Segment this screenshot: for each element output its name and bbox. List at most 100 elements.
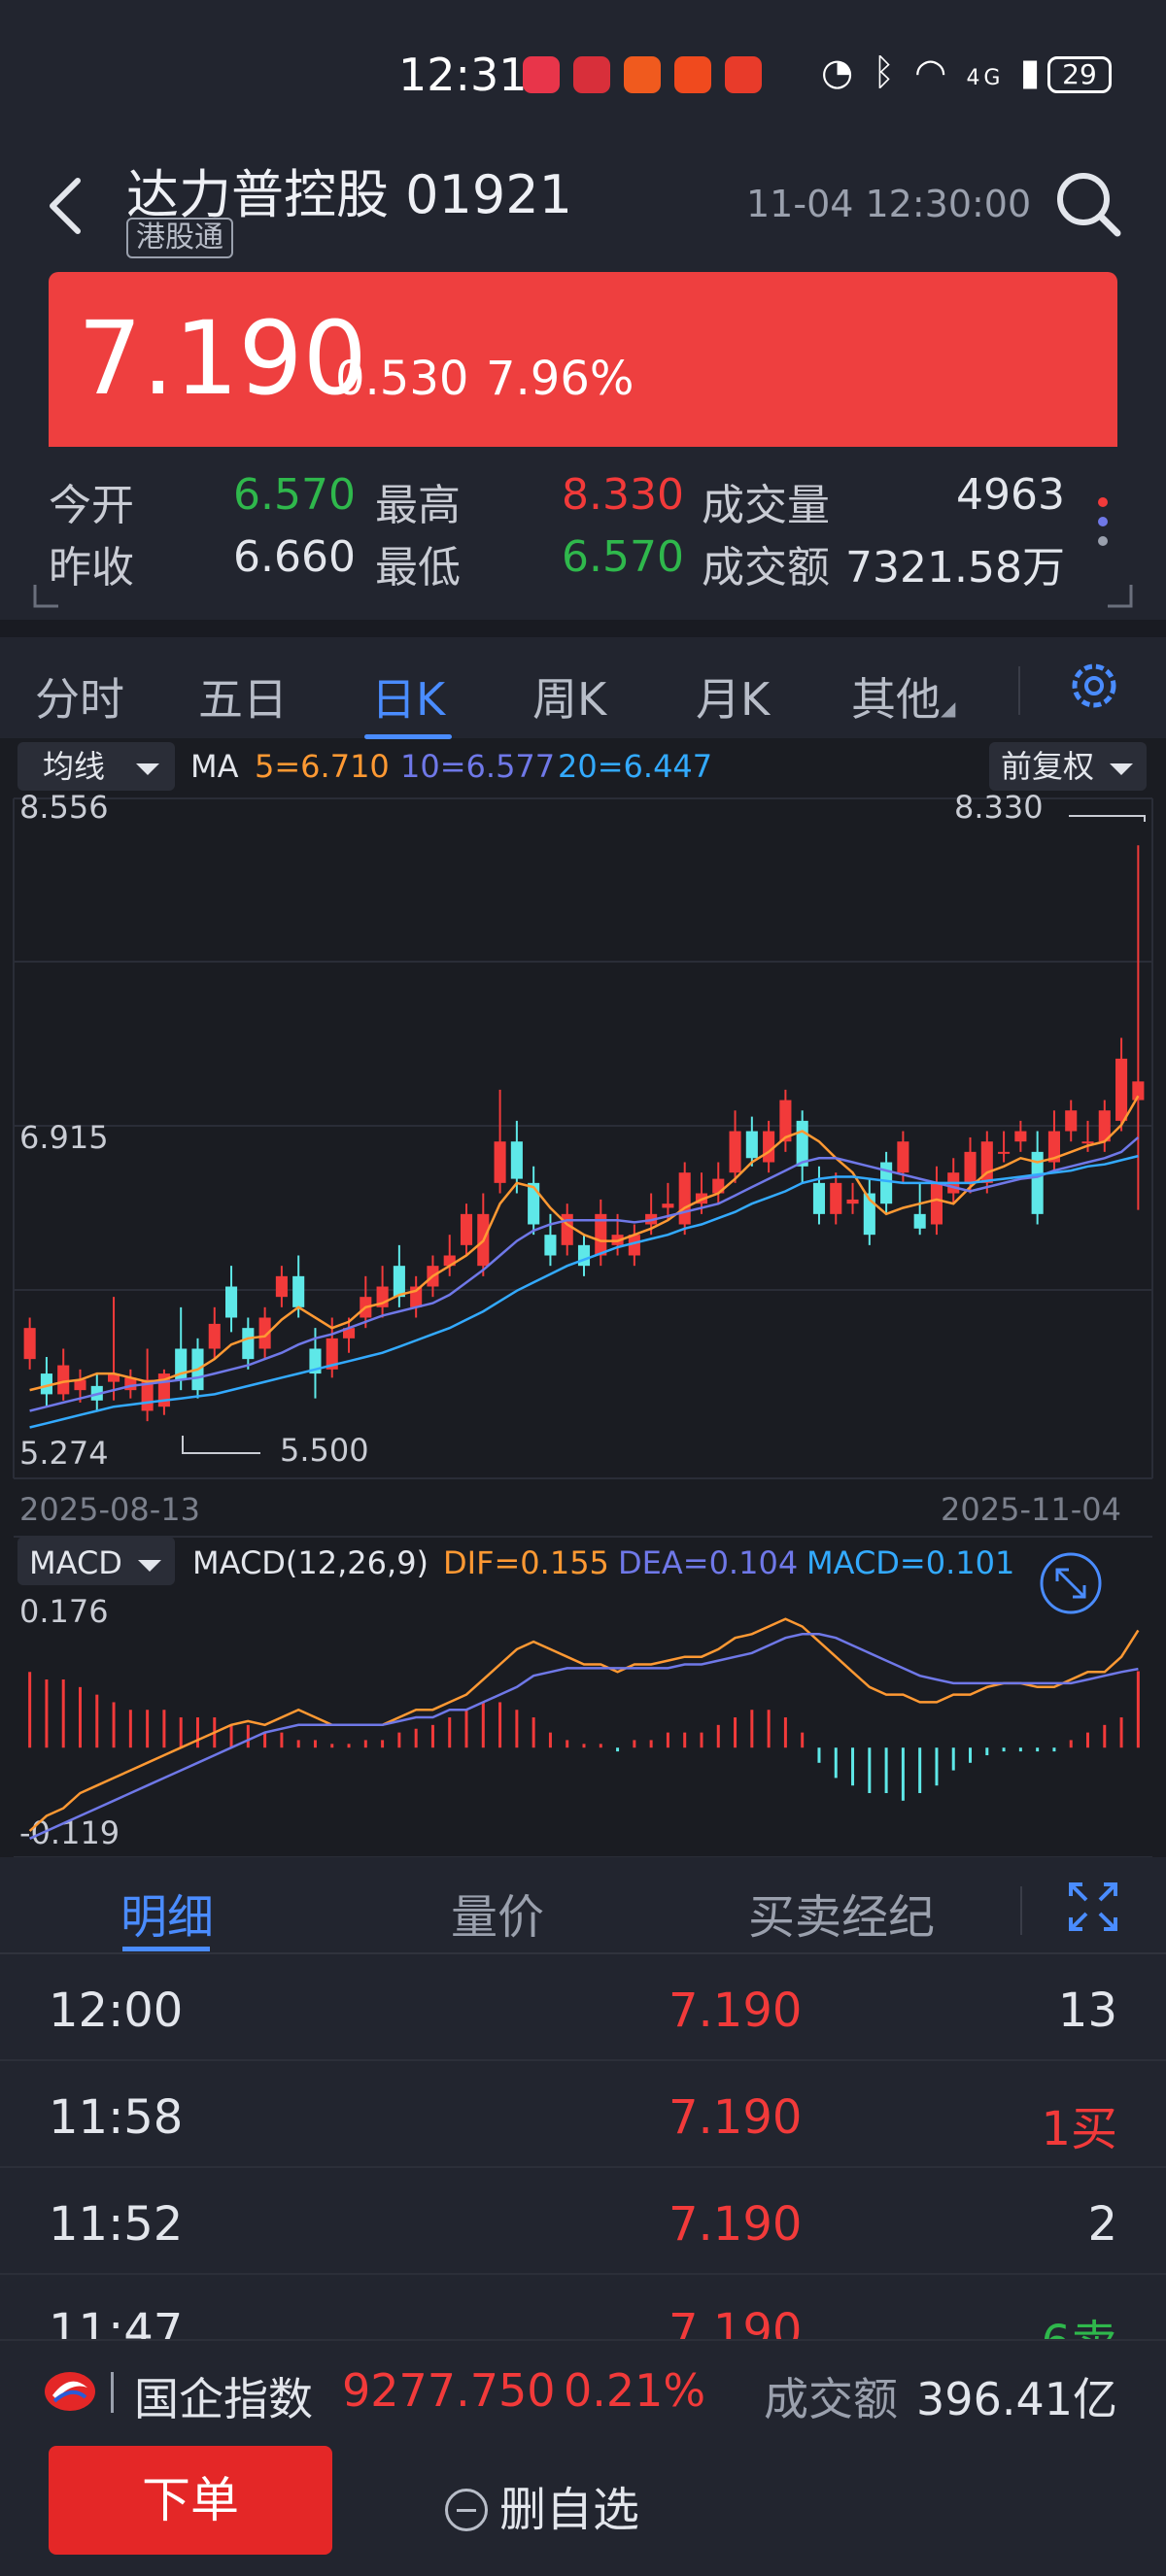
candlestick-chart[interactable]: 均线 MA 5=6.710 10=6.577 20=6.447 前复权 8.55…: [0, 740, 1166, 1858]
trade-details-list: 12:00 7.190 13 11:58 7.190 1买 11:52 7.19…: [0, 1954, 1166, 2339]
macd-bars-group: [28, 1671, 1140, 1801]
price-change-pct: 7.96%: [486, 352, 634, 406]
tab-weekly-k[interactable]: 周K: [532, 664, 606, 729]
candles-group: [23, 845, 1145, 1422]
more-dots-icon[interactable]: [1088, 491, 1117, 559]
connect-badge: 港股通: [126, 218, 233, 258]
index-turnover-label: 成交额: [764, 2373, 898, 2425]
minus-circle-icon: [445, 2489, 488, 2531]
notification-icons: [523, 56, 762, 93]
back-arrow-icon[interactable]: [39, 167, 97, 245]
y-axis-top: 8.556: [19, 789, 109, 826]
huawei-app-icon: [523, 56, 560, 93]
candle-body: [510, 1141, 523, 1179]
ma-dropdown-label[interactable]: 均线: [43, 748, 105, 785]
candle-body: [678, 1172, 691, 1225]
tab-separator-2: [1020, 1886, 1022, 1935]
tab-other[interactable]: 其他◢: [851, 664, 955, 729]
chart-area: 均线 MA 5=6.710 10=6.577 20=6.447 前复权 8.55…: [0, 740, 1166, 1858]
candle-body: [23, 1328, 36, 1360]
macd-value: MACD=0.101: [806, 1544, 1014, 1581]
trade-time: 11:52: [49, 2197, 184, 2252]
candle-body: [662, 1203, 674, 1208]
dif-value: DIF=0.155: [443, 1544, 609, 1581]
index-value: 9277.750: [342, 2364, 556, 2417]
macd-dropdown-label[interactable]: MACD: [29, 1544, 122, 1581]
max-price-leader: [1069, 815, 1146, 822]
ma20-value: 20=6.447: [558, 748, 712, 785]
trade-price: 7.190: [669, 1983, 803, 2038]
remove-favorite-label: 删自选: [499, 2483, 640, 2537]
tab-monthly-k[interactable]: 月K: [696, 664, 770, 729]
candle-body: [913, 1213, 926, 1229]
stat-value-low: 6.570: [562, 532, 684, 582]
candle-body: [964, 1151, 977, 1183]
candle-body: [846, 1199, 859, 1204]
network-label: 4G: [966, 66, 1005, 90]
trade-volume: 6卖: [1041, 2304, 1117, 2339]
candle-body: [930, 1182, 943, 1225]
trade-time: 11:58: [49, 2090, 184, 2145]
quote-stats: 今开 6.570 最高 8.330 成交量 4963 昨收 6.660 最低 6…: [0, 457, 1166, 612]
index-separator: [111, 2372, 114, 2413]
expand-chart-icon[interactable]: [1040, 1552, 1102, 1614]
candle-body: [528, 1182, 540, 1225]
trade-price: 7.190: [669, 2090, 803, 2145]
stat-label-turnover: 成交额: [702, 543, 830, 593]
candle-body: [393, 1266, 405, 1298]
trade-volume: 2: [1087, 2197, 1117, 2252]
search-icon[interactable]: [1049, 165, 1127, 243]
candle-body: [460, 1213, 473, 1245]
trade-row: 11:52 7.190 2: [0, 2168, 1166, 2275]
stat-value-volume: 4963: [956, 470, 1065, 520]
gear-icon[interactable]: [1065, 657, 1123, 715]
trade-row: 12:00 7.190 13: [0, 1954, 1166, 2061]
candle-body: [1115, 1058, 1128, 1121]
price-change: 0.530: [335, 352, 469, 406]
candle-body: [1014, 1131, 1027, 1142]
macd-y-top: 0.176: [19, 1593, 109, 1630]
trade-price: 7.190: [669, 2304, 803, 2339]
date-start: 2025-08-13: [19, 1491, 200, 1528]
tab-daily-k[interactable]: 日K: [371, 664, 445, 729]
trade-time: 12:00: [49, 1983, 184, 2038]
index-name: 国企指数: [134, 2373, 313, 2425]
tab-volume-price[interactable]: 量价: [451, 1879, 544, 1947]
system-icons: ◔ ᛒ ◠ 4G ▮: [821, 51, 1045, 93]
trade-price: 7.190: [669, 2197, 803, 2252]
date-end: 2025-11-04: [941, 1491, 1121, 1528]
action-footer: 下单 删自选: [0, 2436, 1166, 2576]
brand-logo-icon: [45, 2372, 95, 2411]
candle-body: [494, 1141, 506, 1183]
corner-right-icon: [1108, 585, 1133, 608]
order-button[interactable]: 下单: [49, 2446, 332, 2555]
index-pct: 0.21%: [564, 2364, 706, 2417]
fullscreen-icon[interactable]: [1067, 1881, 1119, 1933]
dif-line: [28, 1617, 1140, 1832]
index-ticker-bar[interactable]: 国企指数 9277.750 0.21% 成交额 396.41亿: [0, 2339, 1166, 2436]
trade-row: 11:47 7.190 6卖: [0, 2275, 1166, 2339]
candle-body: [544, 1235, 557, 1256]
tab-intraday[interactable]: 分时: [35, 664, 124, 729]
adjust-dropdown-label[interactable]: 前复权: [1001, 748, 1094, 785]
active-tab-indicator: [364, 734, 452, 739]
bluetooth-icon: ᛒ: [873, 51, 900, 93]
tab-details[interactable]: 明细: [120, 1879, 214, 1947]
ma5-value: 5=6.710: [255, 748, 390, 785]
candle-body: [897, 1141, 909, 1173]
candle-body: [763, 1131, 775, 1163]
ma-title: MA: [190, 748, 239, 785]
kline-grid: [13, 797, 1153, 1858]
tab-broker[interactable]: 买卖经纪: [748, 1879, 935, 1947]
trade-volume: 1买: [1041, 2102, 1117, 2156]
candle-body: [242, 1328, 255, 1360]
stat-label-open: 今开: [49, 481, 134, 530]
trade-row: 11:58 7.190 1买: [0, 2061, 1166, 2168]
tab-five-day[interactable]: 五日: [198, 664, 288, 729]
remove-favorite-button[interactable]: 删自选: [445, 2471, 639, 2539]
corner-left-icon: [33, 585, 58, 608]
candle-body: [275, 1275, 288, 1298]
min-price-leader: [182, 1436, 260, 1454]
wifi-icon: ◠: [914, 51, 951, 93]
max-price-label: 8.330: [954, 789, 1044, 826]
